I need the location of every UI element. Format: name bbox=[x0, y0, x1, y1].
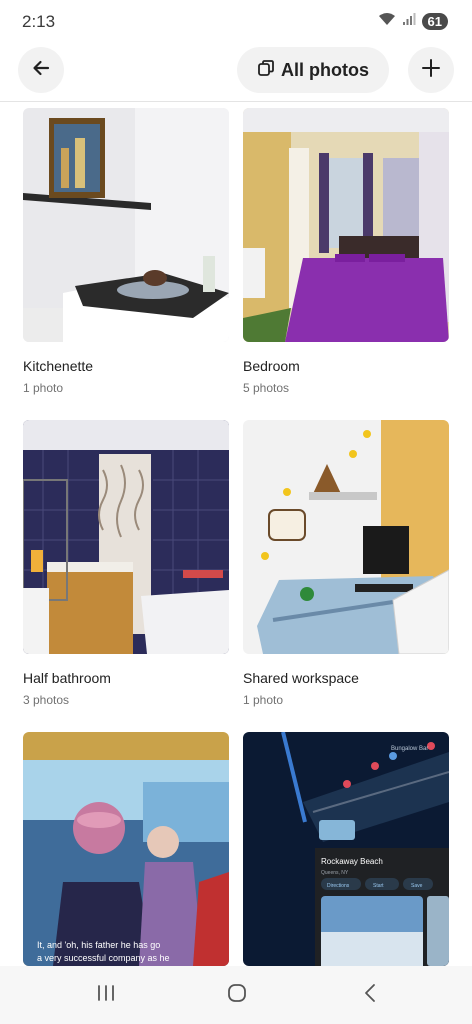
photos-stack-icon bbox=[257, 59, 275, 82]
room-photo[interactable] bbox=[243, 420, 449, 654]
all-photos-pill[interactable]: All photos bbox=[237, 47, 389, 93]
photo-count: 3 photos bbox=[23, 693, 70, 707]
status-time: 2:13 bbox=[22, 12, 56, 31]
room-card-half-bathroom[interactable]: Half bathroom 3 photos bbox=[23, 420, 229, 707]
room-photo[interactable] bbox=[243, 108, 449, 342]
home-icon bbox=[227, 983, 247, 1008]
room-photo[interactable] bbox=[23, 108, 229, 342]
photo-caption-line-2: a very successful company as he bbox=[37, 953, 170, 963]
map-action-directions: Directions bbox=[327, 883, 350, 889]
room-photo[interactable] bbox=[23, 420, 229, 654]
header: All photos bbox=[0, 44, 472, 102]
photo-count: 5 photos bbox=[243, 381, 290, 395]
room-card-kitchenette[interactable]: Kitchenette 1 photo bbox=[23, 108, 229, 395]
photo-caption-line-1: It, and 'oh, his father he has go bbox=[37, 940, 160, 950]
add-photo-button[interactable] bbox=[408, 47, 454, 93]
map-place-sub: Queens, NY bbox=[321, 870, 349, 876]
room-title: Kitchenette bbox=[23, 358, 94, 374]
room-title: Half bathroom bbox=[23, 670, 111, 686]
photo-count: 1 photo bbox=[243, 693, 284, 707]
recents-button[interactable] bbox=[95, 984, 117, 1006]
map-place-name: Rockaway Beach bbox=[321, 857, 383, 866]
system-nav-bar bbox=[0, 966, 472, 1024]
photo-card-tv-screen[interactable]: It, and 'oh, his father he has go a very… bbox=[23, 732, 229, 966]
room-card-shared-workspace[interactable]: Shared workspace 1 photo bbox=[243, 420, 449, 707]
room-title: Shared workspace bbox=[243, 670, 359, 686]
battery-indicator: 61 bbox=[421, 13, 448, 30]
back-button[interactable] bbox=[18, 47, 64, 93]
map-action-start: Start bbox=[373, 883, 384, 889]
map-badge: Bungalow Bar bbox=[391, 746, 428, 752]
photo-thumbnail[interactable]: It, and 'oh, his father he has go a very… bbox=[23, 732, 229, 966]
photo-card-map-screenshot[interactable]: Bungalow Bar Rockaway Beach Queens, NY D… bbox=[243, 732, 449, 966]
status-icons: 61 bbox=[378, 12, 448, 31]
recents-icon bbox=[96, 984, 116, 1007]
plus-icon bbox=[421, 58, 441, 83]
arrow-left-icon bbox=[31, 58, 51, 83]
photo-count: 1 photo bbox=[23, 381, 64, 395]
room-card-bedroom[interactable]: Bedroom 5 photos bbox=[243, 108, 449, 395]
wifi-icon bbox=[378, 12, 396, 31]
home-button[interactable] bbox=[226, 983, 248, 1008]
status-bar: 2:13 61 bbox=[0, 0, 472, 42]
system-back-button[interactable] bbox=[359, 983, 381, 1008]
page-title: All photos bbox=[281, 59, 369, 80]
signal-icon bbox=[402, 12, 416, 31]
photo-thumbnail[interactable]: Bungalow Bar Rockaway Beach Queens, NY D… bbox=[243, 732, 449, 966]
map-action-save: Save bbox=[411, 883, 423, 889]
photo-grid: Kitchenette 1 photo Bedroom 5 photos Hal… bbox=[0, 108, 472, 966]
back-icon bbox=[363, 983, 377, 1008]
room-title: Bedroom bbox=[243, 358, 300, 374]
